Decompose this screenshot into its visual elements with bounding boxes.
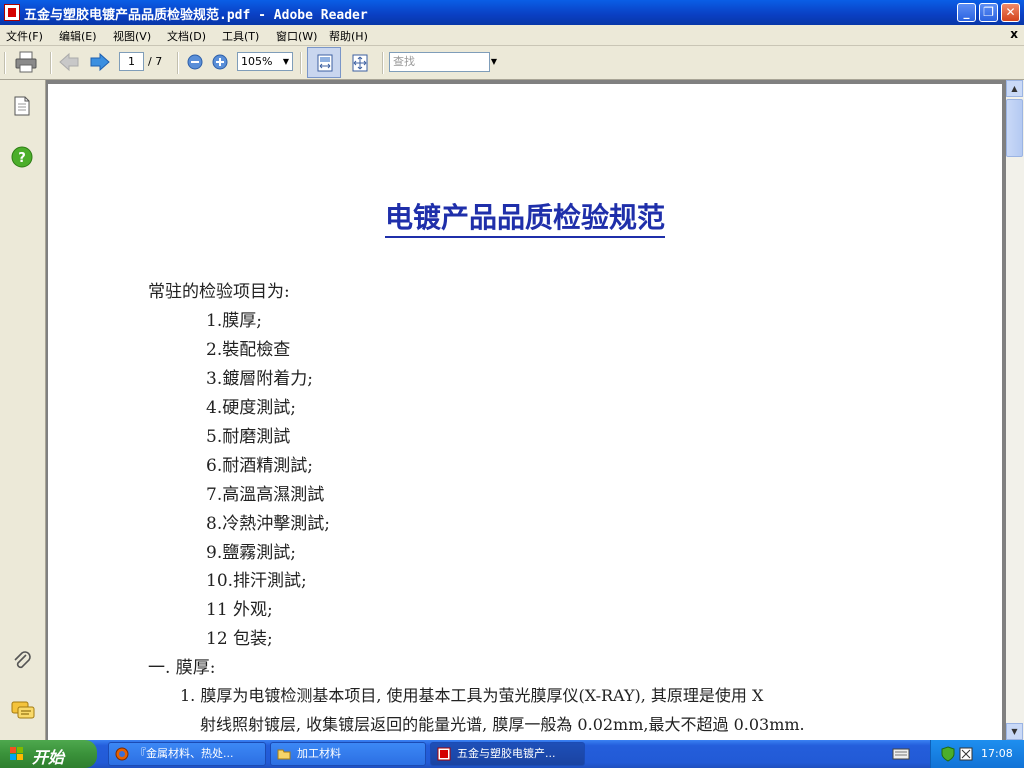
- list-item: 7.高溫高濕測試: [206, 485, 325, 505]
- clock: 17:08: [981, 747, 1013, 760]
- zoom-in-icon[interactable]: [212, 54, 228, 70]
- pages-icon[interactable]: [11, 95, 33, 117]
- taskbar-item-label: 『金属材料、热处...: [135, 747, 234, 760]
- menu-view[interactable]: 视图(V): [113, 28, 151, 44]
- close-button[interactable]: ✕: [1001, 3, 1020, 22]
- list-item: 5.耐磨測試: [206, 427, 291, 447]
- list-item: 6.耐酒精測試;: [206, 456, 313, 476]
- toolbar-separator: [382, 52, 384, 74]
- minimize-button[interactable]: _: [957, 3, 976, 22]
- page-total: / 7: [148, 55, 163, 68]
- paragraph-line: 射线照射镀层, 收集镀层返回的能量光谱, 膜厚一般為 0.02mm,最大不超過 …: [200, 715, 805, 734]
- vertical-scrollbar[interactable]: ▲ ▼: [1006, 80, 1024, 740]
- fit-width-button[interactable]: [307, 47, 341, 78]
- document-title: 电镀产品品质检验规范: [48, 196, 1002, 238]
- toolbar-separator: [177, 52, 179, 74]
- title-bar: 五金与塑胶电镀产品品质检验规范.pdf - Adobe Reader _ ❐ ✕: [0, 0, 1024, 25]
- scroll-thumb[interactable]: [1006, 99, 1023, 157]
- taskbar-item-folder[interactable]: 加工材料: [270, 742, 426, 766]
- toolbar-separator: [50, 52, 52, 74]
- fit-page-icon[interactable]: [350, 53, 370, 73]
- menu-tools[interactable]: 工具(T): [222, 28, 259, 44]
- close-icon: ✕: [1005, 5, 1016, 19]
- help-icon[interactable]: ?: [11, 146, 33, 168]
- menu-file[interactable]: 文件(F): [6, 28, 43, 44]
- zoom-out-icon[interactable]: [187, 54, 203, 70]
- comments-icon[interactable]: [11, 700, 35, 722]
- list-item: 11 外观;: [206, 600, 273, 620]
- minimize-icon: _: [963, 5, 970, 19]
- next-page-icon[interactable]: [89, 52, 111, 72]
- adobe-reader-icon: [4, 4, 20, 21]
- paragraph-line: 1. 膜厚为电镀检测基本项目, 使用基本工具为萤光膜厚仪(X-RAY), 其原理…: [180, 686, 764, 705]
- pdf-icon: [437, 747, 451, 761]
- fit-width-icon: [317, 54, 333, 72]
- firefox-icon: [115, 747, 129, 761]
- menu-help[interactable]: 帮助(H): [329, 28, 368, 44]
- taskbar-item-firefox[interactable]: 『金属材料、热处...: [108, 742, 266, 766]
- keyboard-icon[interactable]: [892, 748, 910, 760]
- list-item: 3.鍍層附着力;: [206, 369, 313, 389]
- system-tray: 17:08: [930, 740, 1024, 768]
- document-view[interactable]: 电镀产品品质检验规范 常驻的检验项目为: 1.膜厚; 2.裝配檢查 3.鍍層附着…: [46, 80, 1006, 740]
- security-center-icon[interactable]: [959, 747, 973, 761]
- list-item: 4.硬度測試;: [206, 398, 296, 418]
- taskbar-item-label: 加工材料: [297, 747, 341, 760]
- pdf-page: 电镀产品品质检验规范 常驻的检验项目为: 1.膜厚; 2.裝配檢查 3.鍍層附着…: [48, 84, 1002, 740]
- section-heading: 一. 膜厚:: [148, 658, 216, 678]
- svg-text:?: ?: [18, 151, 26, 166]
- attachments-icon[interactable]: [11, 650, 33, 672]
- toolbar: 1 / 7 105% ▼: [0, 46, 1024, 80]
- find-dropdown-icon[interactable]: ▼: [489, 52, 499, 72]
- taskbar: 开始 『金属材料、热处... 加工材料 五金与塑胶电镀产... 17:08: [0, 740, 1024, 768]
- menu-window[interactable]: 窗口(W): [276, 28, 317, 44]
- shield-icon[interactable]: [941, 746, 955, 762]
- toolbar-separator: [300, 52, 302, 74]
- taskbar-item-label: 五金与塑胶电镀产...: [457, 747, 556, 760]
- previous-page-icon[interactable]: [58, 52, 80, 72]
- list-item: 1.膜厚;: [206, 311, 262, 331]
- list-item: 12 包装;: [206, 629, 273, 649]
- navigation-pane: ?: [0, 80, 46, 740]
- scroll-up-icon[interactable]: ▲: [1006, 80, 1023, 97]
- start-label: 开始: [32, 748, 65, 767]
- list-item: 2.裝配檢查: [206, 340, 291, 360]
- folder-icon: [277, 749, 291, 760]
- list-item: 9.鹽霧測試;: [206, 543, 296, 563]
- intro-text: 常驻的检验项目为:: [148, 282, 290, 302]
- menu-document[interactable]: 文档(D): [167, 28, 206, 44]
- taskbar-item-adobe-reader[interactable]: 五金与塑胶电镀产...: [430, 742, 585, 766]
- document-close-button[interactable]: x: [1010, 27, 1018, 41]
- find-input[interactable]: 查找: [389, 52, 490, 72]
- list-item: 10.排汗測試;: [206, 571, 307, 591]
- toolbar-grip: [4, 52, 6, 74]
- chevron-down-icon: ▼: [282, 57, 290, 66]
- zoom-value: 105%: [241, 55, 273, 68]
- window-title: 五金与塑胶电镀产品品质检验规范.pdf - Adobe Reader: [24, 8, 368, 23]
- list-item: 8.冷熱沖擊測試;: [206, 514, 330, 534]
- start-button[interactable]: 开始: [0, 740, 97, 768]
- menu-edit[interactable]: 编辑(E): [59, 28, 97, 44]
- zoom-select[interactable]: 105% ▼: [237, 52, 293, 71]
- windows-logo-icon: [10, 747, 23, 760]
- restore-icon: ❐: [983, 5, 994, 19]
- page-number-input[interactable]: 1: [119, 52, 144, 71]
- scroll-down-icon[interactable]: ▼: [1006, 723, 1023, 740]
- print-icon[interactable]: [14, 51, 38, 73]
- document-title-text: 电镀产品品质检验规范: [384, 201, 665, 238]
- restore-button[interactable]: ❐: [979, 3, 998, 22]
- menu-bar: 文件(F) 编辑(E) 视图(V) 文档(D) 工具(T) 窗口(W) 帮助(H…: [0, 25, 1024, 46]
